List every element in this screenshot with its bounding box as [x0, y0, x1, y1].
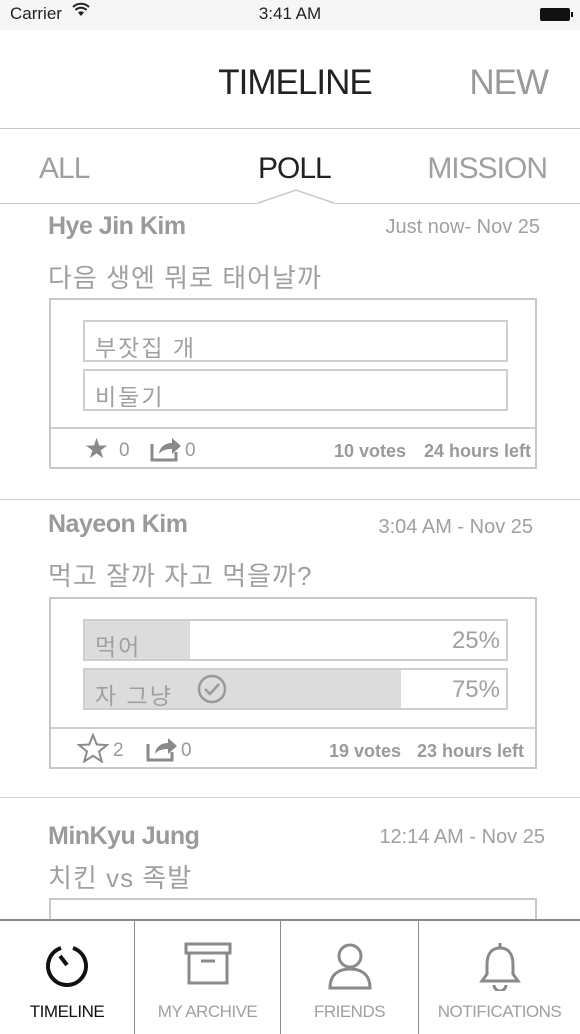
poll-footer: 2 0 19 votes 23 hours left [51, 727, 535, 767]
poll-post: MinKyu Jung 12:14 AM - Nov 25 치킨 vs 족발 [0, 798, 580, 938]
tabbar-item-timeline[interactable]: TIMELINE [0, 921, 135, 1034]
share-count: 0 [185, 440, 196, 461]
share-icon[interactable] [150, 436, 182, 462]
tabbar-item-archive[interactable]: MY ARCHIVE [135, 921, 281, 1034]
timeline-icon [46, 946, 88, 988]
tabbar-label: TIMELINE [29, 1002, 105, 1021]
time-left: 24 hours left [424, 441, 532, 461]
poll-question: 먹고 잘까 자고 먹을까? [48, 561, 313, 591]
poll-card: 먹어 25% 자 그냥 75% 2 0 19 votes 23 hours le… [49, 597, 537, 769]
poll-question: 치킨 vs 족발 [48, 863, 193, 893]
tabbar-item-notifications[interactable]: NOTIFICATIONS [419, 921, 580, 1034]
person-icon [327, 943, 372, 990]
tabbar-label: MY ARCHIVE [157, 1002, 258, 1021]
option-label: 자 그냥 [95, 683, 173, 709]
status-bar: Carrier 3:41 AM [0, 0, 580, 30]
poll-question: 다음 생엔 뭐로 태어날까 [48, 263, 322, 293]
poll-option[interactable]: 자 그냥 75% [83, 668, 508, 710]
poll-option[interactable]: 부잣집 개 [83, 320, 508, 362]
battery-icon [540, 8, 573, 21]
time-left: 23 hours left [417, 741, 525, 761]
tabbar-label: FRIENDS [313, 1002, 386, 1021]
author-name[interactable]: Hye Jin Kim [48, 212, 186, 241]
post-time: 12:14 AM - Nov 25 [379, 826, 545, 848]
star-outline-icon[interactable] [77, 733, 109, 763]
tab-all[interactable]: ALL [39, 152, 90, 186]
star-count: 2 [113, 740, 124, 761]
option-label: 먹어 [95, 634, 142, 660]
option-percent: 25% [451, 627, 500, 654]
check-circle-icon [197, 674, 227, 704]
option-label: 부잣집 개 [95, 335, 197, 361]
poll-post: Nayeon Kim 3:04 AM - Nov 25 먹고 잘까 자고 먹을까… [0, 500, 580, 798]
vote-count: 19 votes [329, 741, 402, 761]
option-percent: 75% [451, 676, 500, 703]
new-button[interactable]: NEW [469, 63, 549, 103]
active-tab-indicator [258, 189, 334, 205]
star-icon[interactable]: ★ [84, 435, 109, 463]
poll-card: 부잣집 개 비둘기 ★ 0 0 10 votes 24 hours left [49, 298, 537, 469]
vote-count: 10 votes [334, 441, 407, 461]
poll-option[interactable]: 먹어 25% [83, 619, 508, 661]
share-count: 0 [181, 740, 192, 761]
tabbar-label: NOTIFICATIONS [437, 1002, 562, 1021]
author-name[interactable]: MinKyu Jung [48, 822, 200, 851]
poll-footer: ★ 0 0 10 votes 24 hours left [51, 427, 535, 467]
post-time: Just now- Nov 25 [385, 216, 540, 238]
author-name[interactable]: Nayeon Kim [48, 510, 188, 539]
poll-post: Hye Jin Kim Just now- Nov 25 다음 생엔 뭐로 태어… [0, 204, 580, 500]
filter-tabs: ALL POLL MISSION [0, 130, 580, 205]
tab-poll[interactable]: POLL [258, 152, 332, 186]
bell-icon [478, 943, 521, 991]
tab-mission[interactable]: MISSION [427, 152, 548, 186]
tabbar-item-friends[interactable]: FRIENDS [281, 921, 419, 1034]
bottom-tab-bar: TIMELINE MY ARCHIVE FRIENDS NOTIFICATION… [0, 919, 580, 1034]
archive-box-icon [184, 942, 231, 985]
poll-option[interactable]: 비둘기 [83, 369, 508, 411]
star-count: 0 [119, 440, 130, 461]
option-label: 비둘기 [95, 384, 165, 410]
post-time: 3:04 AM - Nov 25 [378, 516, 533, 538]
share-icon[interactable] [146, 736, 178, 762]
clock: 3:41 AM [258, 4, 322, 23]
nav-header: TIMELINE NEW [0, 30, 580, 129]
